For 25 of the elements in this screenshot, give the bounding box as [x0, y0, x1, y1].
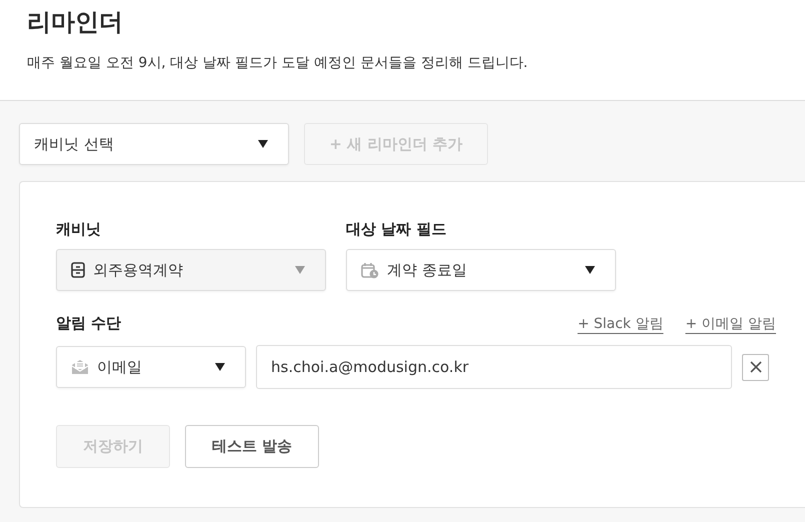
select-value: 이메일: [97, 358, 143, 376]
select-value: 계약 종료일: [387, 260, 468, 280]
add-notification-link[interactable]: + 이메일 알림: [685, 314, 776, 332]
field-label: 알림 수단: [56, 314, 122, 333]
caret-icon: [258, 140, 268, 148]
caret-icon: [585, 266, 595, 274]
page-title: 리마인더: [27, 7, 124, 38]
cabinet-dropdown[interactable]: 캐비닛 선택: [19, 123, 289, 165]
cabinet-icon: [71, 262, 85, 278]
field-label: 대상 날짜 필드: [346, 220, 448, 239]
mail-icon: [71, 359, 89, 375]
notification-method-dropdown[interactable]: 이메일: [56, 346, 246, 388]
select-value: 외주용역계약: [93, 260, 184, 280]
date-field-dropdown[interactable]: 계약 종료일: [346, 249, 616, 291]
close-button[interactable]: [742, 354, 769, 380]
select-value: 캐비닛 선택: [34, 134, 115, 154]
caret-icon: [215, 363, 226, 371]
caret-icon: [295, 266, 305, 274]
page-description: 매주 월요일 오전 9시, 대상 날짜 필드가 도달 예정인 문서들을 정리해 드립니다.: [27, 54, 529, 72]
test-send-button[interactable]: 테스트 발송: [185, 425, 320, 468]
close-icon: [750, 361, 762, 373]
email-input[interactable]: hs.choi.a@modusign.co.kr: [256, 345, 732, 389]
field-label: 캐비닛: [56, 220, 102, 239]
calendar-clock-icon: [361, 262, 379, 278]
add-notification-link[interactable]: + Slack 알림: [578, 314, 664, 332]
